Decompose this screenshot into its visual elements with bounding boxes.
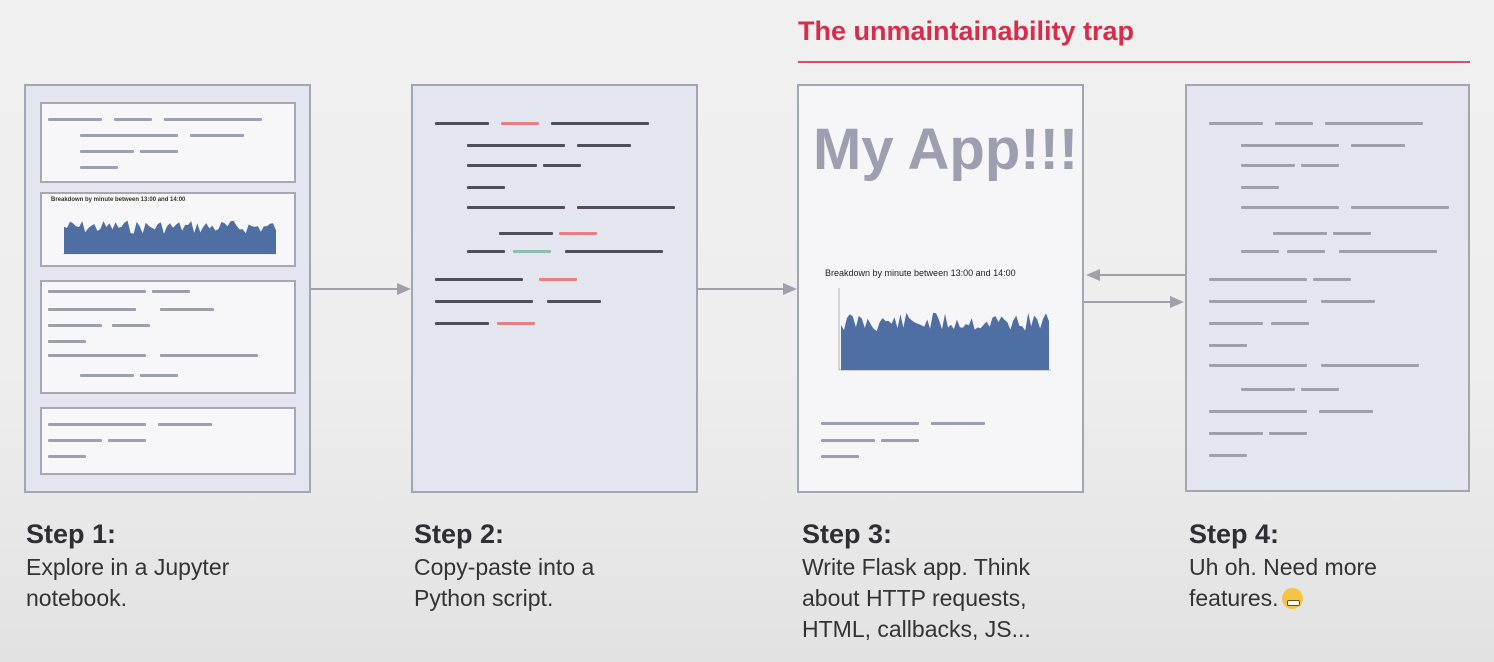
app-title: My App!!! xyxy=(813,117,1079,182)
notebook-area-chart xyxy=(62,220,277,255)
more-features-panel xyxy=(1185,84,1470,492)
step-3-caption: Step 3: Write Flask app. Think about HTT… xyxy=(802,518,1102,646)
flask-app-panel: My App!!! Breakdown by minute between 13… xyxy=(797,84,1084,493)
step-title: Step 1: xyxy=(26,519,117,549)
right-arrow-icon xyxy=(311,283,411,295)
notebook-chart-cell: Breakdown by minute between 13:00 and 14… xyxy=(40,192,296,267)
python-script-panel xyxy=(411,84,698,493)
step-description: Copy-paste into a Python script. xyxy=(414,553,595,612)
notebook-cell xyxy=(40,407,296,475)
right-arrow-icon xyxy=(1084,296,1184,308)
step-description: Uh oh. Need more features. xyxy=(1189,552,1409,615)
step-title: Step 3: xyxy=(802,519,893,549)
step-4-caption: Step 4: Uh oh. Need more features. xyxy=(1189,518,1489,614)
step-1-caption: Step 1: Explore in a Jupyter notebook. xyxy=(26,518,326,614)
notebook-panel: Breakdown by minute between 13:00 and 14… xyxy=(24,84,311,493)
right-arrow-icon xyxy=(697,283,797,295)
app-chart-title: Breakdown by minute between 13:00 and 14… xyxy=(825,268,1016,278)
step-title: Step 2: xyxy=(414,519,505,549)
step-description: Write Flask app. Think about HTTP reques… xyxy=(802,553,1031,643)
left-arrow-icon xyxy=(1086,269,1185,281)
grimacing-face-icon xyxy=(1281,588,1303,610)
trap-underline xyxy=(798,61,1470,63)
notebook-cell xyxy=(40,102,296,183)
trap-title: The unmaintainability trap xyxy=(798,16,1135,46)
notebook-cell xyxy=(40,280,296,394)
step-description: Explore in a Jupyter notebook. xyxy=(26,553,230,612)
app-area-chart xyxy=(838,288,1051,371)
step-title: Step 4: xyxy=(1189,519,1280,549)
step-2-caption: Step 2: Copy-paste into a Python script. xyxy=(414,518,714,614)
